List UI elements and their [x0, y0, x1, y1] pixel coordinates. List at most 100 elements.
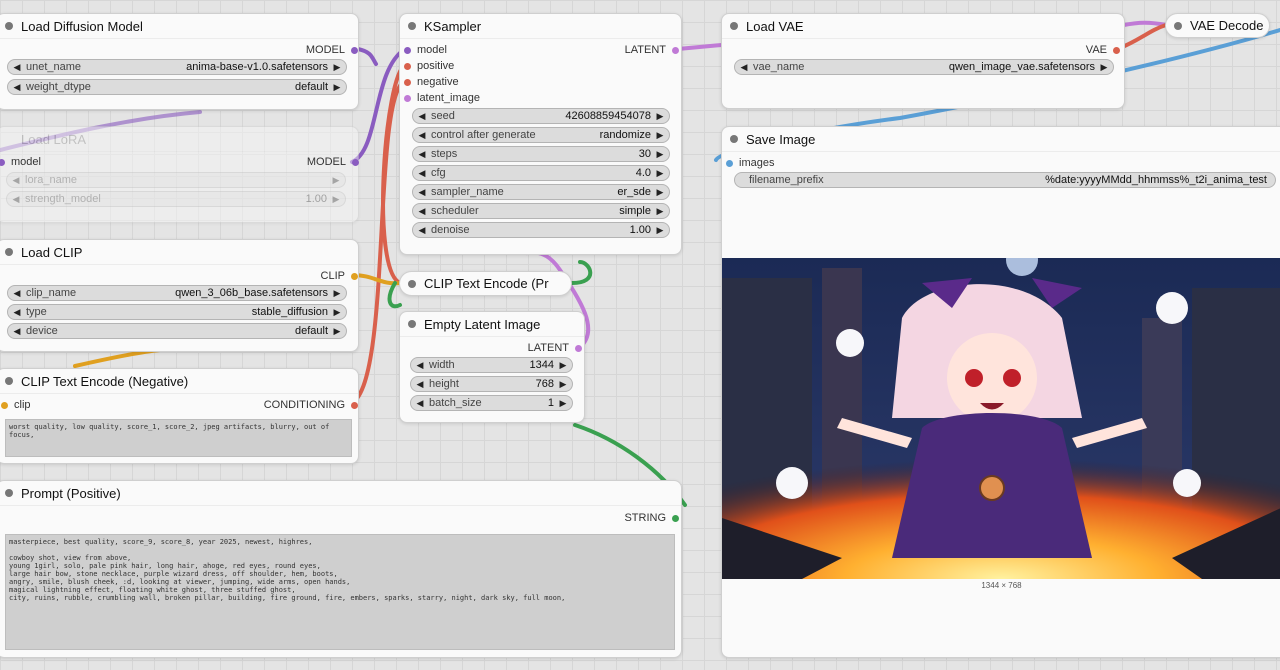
- node-ksampler[interactable]: KSampler model positive negative latent_…: [399, 13, 682, 255]
- arrow-right-icon[interactable]: ▶: [558, 379, 568, 390]
- output-slot-string[interactable]: STRING: [624, 510, 679, 526]
- arrow-left-icon[interactable]: ◀: [11, 175, 21, 186]
- input-slot-model[interactable]: model: [0, 154, 41, 170]
- widget-control-after-generate[interactable]: ◀ control after generate randomize ▶: [412, 127, 670, 143]
- slot-dot-icon[interactable]: [351, 272, 358, 280]
- node-clip-text-encode-positive[interactable]: CLIP Text Encode (Pr: [399, 271, 572, 296]
- arrow-right-icon[interactable]: ▶: [331, 175, 341, 186]
- node-vae-decode[interactable]: VAE Decode: [1165, 13, 1270, 38]
- output-slot-latent[interactable]: LATENT: [625, 42, 679, 58]
- slot-dot-icon[interactable]: [404, 46, 411, 54]
- arrow-left-icon[interactable]: ◀: [417, 149, 427, 160]
- collapse-dot-icon[interactable]: [408, 22, 416, 30]
- output-slot-model[interactable]: MODEL: [300, 154, 359, 170]
- arrow-left-icon[interactable]: ◀: [417, 168, 427, 179]
- widget-type[interactable]: ◀ type stable_diffusion ▶: [7, 304, 347, 320]
- arrow-left-icon[interactable]: ◀: [12, 62, 22, 73]
- collapse-dot-icon[interactable]: [408, 320, 416, 328]
- widget-steps[interactable]: ◀ steps 30 ▶: [412, 146, 670, 162]
- collapse-dot-icon[interactable]: [1174, 21, 1182, 30]
- arrow-right-icon[interactable]: ▶: [1099, 62, 1109, 73]
- arrow-right-icon[interactable]: ▶: [558, 398, 568, 409]
- node-prompt-positive[interactable]: Prompt (Positive) STRING masterpiece, be…: [0, 480, 682, 658]
- input-slot-model[interactable]: model: [404, 42, 447, 58]
- output-slot-conditioning[interactable]: CONDITIONING: [264, 397, 358, 413]
- input-slot-positive[interactable]: positive: [404, 58, 454, 74]
- node-header[interactable]: KSampler: [400, 14, 681, 39]
- slot-dot-icon[interactable]: [352, 158, 359, 166]
- node-save-image[interactable]: Save Image images filename_prefix %date:y…: [721, 126, 1280, 658]
- slot-dot-icon[interactable]: [404, 78, 411, 86]
- collapse-dot-icon[interactable]: [730, 135, 738, 143]
- widget-width[interactable]: ◀ width 1344 ▶: [410, 357, 573, 373]
- arrow-right-icon[interactable]: ▶: [558, 360, 568, 371]
- positive-prompt-textarea[interactable]: masterpiece, best quality, score_9, scor…: [5, 534, 675, 650]
- input-slot-clip[interactable]: clip: [1, 397, 31, 413]
- arrow-left-icon[interactable]: ◀: [739, 62, 749, 73]
- node-header[interactable]: Empty Latent Image: [400, 312, 584, 337]
- arrow-left-icon[interactable]: ◀: [417, 187, 427, 198]
- output-slot-vae[interactable]: VAE: [1086, 42, 1120, 58]
- arrow-right-icon[interactable]: ▶: [655, 149, 665, 160]
- slot-dot-icon[interactable]: [575, 344, 582, 352]
- slot-dot-icon[interactable]: [672, 46, 679, 54]
- arrow-left-icon[interactable]: ◀: [12, 288, 22, 299]
- generated-image[interactable]: [722, 258, 1280, 579]
- node-load-vae[interactable]: Load VAE VAE ◀ vae_name qwen_image_vae.saf…: [721, 13, 1125, 109]
- node-header[interactable]: CLIP Text Encode (Negative): [0, 369, 358, 394]
- arrow-left-icon[interactable]: ◀: [11, 194, 21, 205]
- arrow-left-icon[interactable]: ◀: [12, 326, 22, 337]
- input-slot-latent-image[interactable]: latent_image: [404, 90, 480, 106]
- input-slot-images[interactable]: images: [726, 155, 774, 171]
- slot-dot-icon[interactable]: [672, 514, 679, 522]
- arrow-left-icon[interactable]: ◀: [415, 398, 425, 409]
- arrow-right-icon[interactable]: ▶: [655, 187, 665, 198]
- collapse-dot-icon[interactable]: [5, 489, 13, 497]
- negative-prompt-textarea[interactable]: worst quality, low quality, score_1, sco…: [5, 419, 352, 457]
- node-empty-latent-image[interactable]: Empty Latent Image LATENT ◀ width 1344 ▶ ◀ h…: [399, 311, 585, 423]
- widget-cfg[interactable]: ◀ cfg 4.0 ▶: [412, 165, 670, 181]
- collapse-dot-icon[interactable]: [5, 22, 13, 30]
- widget-unet-name[interactable]: ◀ unet_name anima-base-v1.0.safetensors ▶: [7, 59, 347, 75]
- node-header[interactable]: Load VAE: [722, 14, 1124, 39]
- widget-height[interactable]: ◀ height 768 ▶: [410, 376, 573, 392]
- arrow-left-icon[interactable]: ◀: [415, 360, 425, 371]
- slot-dot-icon[interactable]: [1113, 46, 1120, 54]
- arrow-right-icon[interactable]: ▶: [332, 326, 342, 337]
- widget-denoise[interactable]: ◀ denoise 1.00 ▶: [412, 222, 670, 238]
- node-header[interactable]: Prompt (Positive): [0, 481, 681, 506]
- widget-lora-name[interactable]: ◀ lora_name ▶: [6, 172, 346, 188]
- widget-filename-prefix[interactable]: filename_prefix %date:yyyyMMdd_hhmmss%_t2…: [734, 172, 1276, 188]
- slot-dot-icon[interactable]: [404, 94, 411, 102]
- arrow-left-icon[interactable]: ◀: [417, 130, 427, 141]
- node-header[interactable]: Load Diffusion Model: [0, 14, 358, 39]
- arrow-right-icon[interactable]: ▶: [655, 168, 665, 179]
- slot-dot-icon[interactable]: [726, 159, 733, 167]
- output-slot-clip[interactable]: CLIP: [321, 268, 358, 284]
- slot-dot-icon[interactable]: [404, 62, 411, 70]
- slot-dot-icon[interactable]: [0, 158, 5, 166]
- widget-device[interactable]: ◀ device default ▶: [7, 323, 347, 339]
- slot-dot-icon[interactable]: [351, 46, 358, 54]
- arrow-right-icon[interactable]: ▶: [655, 206, 665, 217]
- collapse-dot-icon[interactable]: [5, 248, 13, 256]
- arrow-right-icon[interactable]: ▶: [332, 62, 342, 73]
- node-header[interactable]: CLIP Text Encode (Pr: [400, 272, 571, 295]
- widget-batch-size[interactable]: ◀ batch_size 1 ▶: [410, 395, 573, 411]
- arrow-right-icon[interactable]: ▶: [332, 82, 342, 93]
- widget-sampler-name[interactable]: ◀ sampler_name er_sde ▶: [412, 184, 670, 200]
- widget-strength-model[interactable]: ◀ strength_model 1.00 ▶: [6, 191, 346, 207]
- node-header[interactable]: Save Image: [722, 127, 1280, 152]
- arrow-left-icon[interactable]: ◀: [12, 82, 22, 93]
- output-slot-latent[interactable]: LATENT: [528, 340, 582, 356]
- widget-weight-dtype[interactable]: ◀ weight_dtype default ▶: [7, 79, 347, 95]
- arrow-right-icon[interactable]: ▶: [332, 307, 342, 318]
- widget-scheduler[interactable]: ◀ scheduler simple ▶: [412, 203, 670, 219]
- arrow-left-icon[interactable]: ◀: [417, 111, 427, 122]
- node-header[interactable]: Load LoRA: [0, 127, 358, 152]
- slot-dot-icon[interactable]: [351, 401, 358, 409]
- arrow-right-icon[interactable]: ▶: [655, 130, 665, 141]
- arrow-right-icon[interactable]: ▶: [332, 288, 342, 299]
- arrow-left-icon[interactable]: ◀: [12, 307, 22, 318]
- collapse-dot-icon[interactable]: [408, 279, 416, 288]
